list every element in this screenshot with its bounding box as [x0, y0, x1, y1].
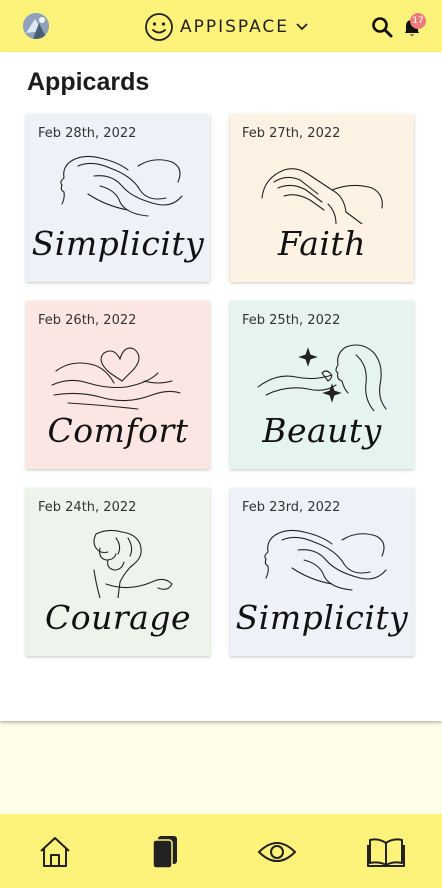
nav-book[interactable]	[366, 832, 406, 872]
cards-icon	[152, 836, 177, 869]
page-title: Appicards	[27, 68, 150, 96]
raised-fist-icon	[93, 529, 173, 598]
appicard-beauty[interactable]: Feb 25th, 2022 Beauty	[230, 301, 414, 469]
face-waves-icon	[60, 155, 183, 217]
notification-badge: 17	[410, 13, 426, 29]
card-date: Feb 28th, 2022	[38, 126, 137, 141]
bottom-navigation	[0, 814, 442, 888]
card-word: Simplicity	[31, 224, 205, 263]
main-content: Appicards Feb 28th, 2022 Simplicity Feb …	[0, 52, 442, 721]
smiley-logo-icon	[145, 13, 173, 41]
appicard-simplicity-2[interactable]: Feb 23rd, 2022 Simplicity	[230, 488, 414, 656]
face-waves-icon	[264, 529, 387, 591]
appicard-simplicity[interactable]: Feb 28th, 2022 Simplicity	[26, 114, 210, 282]
user-avatar[interactable]	[23, 13, 49, 39]
praying-hands-icon	[261, 168, 383, 224]
app-switcher[interactable]: APPISPACE	[144, 12, 309, 42]
card-date: Feb 27th, 2022	[242, 126, 341, 141]
eye-icon	[257, 842, 297, 862]
card-word: Simplicity	[235, 598, 409, 637]
appicard-faith[interactable]: Feb 27th, 2022 Faith	[230, 114, 414, 282]
book-icon	[367, 838, 405, 867]
nav-home[interactable]	[35, 832, 75, 872]
appicard-courage[interactable]: Feb 24th, 2022 Courage	[26, 488, 210, 656]
card-date: Feb 25th, 2022	[242, 313, 341, 328]
home-icon	[40, 837, 70, 867]
card-word: Comfort	[47, 411, 189, 450]
woman-sparkles-icon	[257, 344, 387, 411]
search-icon[interactable]	[371, 16, 393, 38]
card-date: Feb 23rd, 2022	[242, 500, 341, 515]
card-date: Feb 24th, 2022	[38, 500, 137, 515]
card-word: Courage	[45, 598, 191, 637]
nav-cards[interactable]	[145, 832, 185, 872]
card-word: Beauty	[262, 411, 382, 450]
chevron-down-icon	[296, 23, 308, 31]
nav-eye[interactable]	[257, 832, 297, 872]
app-name: APPISPACE	[180, 17, 290, 37]
card-word: Faith	[278, 224, 366, 263]
top-bar: APPISPACE 17	[0, 0, 442, 52]
appicard-comfort[interactable]: Feb 26th, 2022 Comfort	[26, 301, 210, 469]
card-date: Feb 26th, 2022	[38, 313, 137, 328]
heart-hug-icon	[51, 347, 181, 410]
